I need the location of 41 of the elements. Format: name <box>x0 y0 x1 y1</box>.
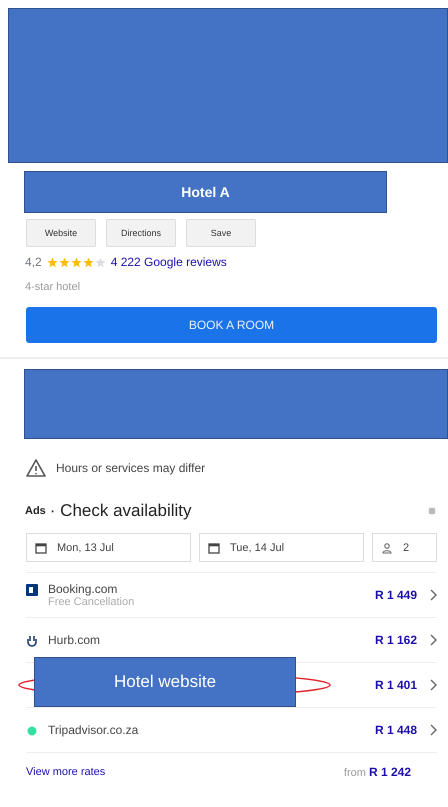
chevron-icon <box>429 679 437 691</box>
star-icon <box>94 256 106 268</box>
rating-value: 4,2 <box>25 255 42 269</box>
star-icon <box>70 256 82 268</box>
reviews-link[interactable]: 4 222 Google reviews <box>110 255 227 269</box>
chevron-icon <box>429 724 437 736</box>
provider-name: Booking.com <box>48 582 118 596</box>
lowest-price: R 1 242 <box>368 765 411 779</box>
warning-icon <box>26 459 46 477</box>
action-button[interactable]: Save <box>186 219 256 247</box>
calendar-icon <box>35 542 47 554</box>
calendar-icon <box>208 542 220 554</box>
square-logo-icon <box>26 584 38 596</box>
chevron-icon <box>429 589 437 601</box>
offer-price: R 1 162 <box>374 633 417 647</box>
provider-name: Hurb.com <box>48 633 100 647</box>
person-icon <box>381 542 393 554</box>
annotation-label: Hotel website <box>34 657 296 707</box>
offer-price: R 1 449 <box>374 588 417 602</box>
hotel-name-label: Hotel A <box>24 171 387 213</box>
offer-note: Free Cancellation <box>48 596 134 608</box>
from-label: from <box>344 767 366 779</box>
star-icon <box>58 256 70 268</box>
offer-price: R 1 401 <box>374 678 417 692</box>
guests-field[interactable]: 2 <box>372 533 437 562</box>
dot-logo-icon <box>26 725 38 737</box>
action-button[interactable]: Website <box>26 219 96 247</box>
provider-name: Tripadvisor.co.za <box>48 723 138 737</box>
section-title: · Check availability <box>50 501 192 521</box>
chevron-icon <box>429 634 437 646</box>
check-in-field[interactable]: Mon, 13 Jul <box>26 533 191 562</box>
view-more-link[interactable]: View more rates <box>26 766 106 778</box>
hotel-category: 4-star hotel <box>25 281 82 293</box>
star-icon <box>82 256 94 268</box>
check-out-field[interactable]: Tue, 14 Jul <box>199 533 364 562</box>
ads-label: Ads <box>25 505 46 517</box>
action-button[interactable]: Directions <box>106 219 176 247</box>
notice-text: Hours or services may differ <box>56 461 206 475</box>
star-icon <box>46 256 58 268</box>
book-room-button[interactable]: BOOK A ROOM <box>26 307 437 343</box>
offer-price: R 1 448 <box>374 723 417 737</box>
